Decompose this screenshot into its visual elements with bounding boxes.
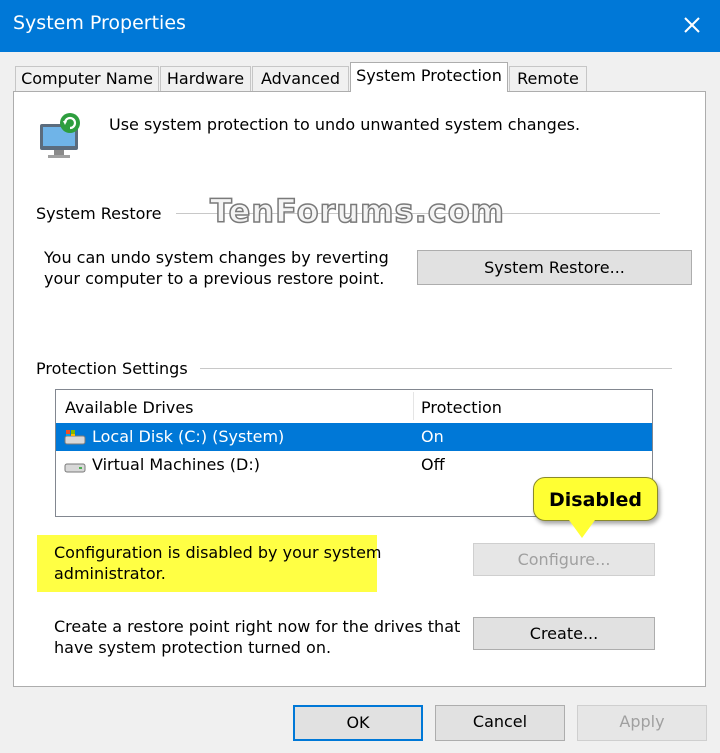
system-protection-panel: Use system protection to undo unwanted s… bbox=[13, 91, 706, 687]
drive-row-d[interactable]: Virtual Machines (D:) Off bbox=[56, 451, 652, 479]
tab-computer-name[interactable]: Computer Name bbox=[15, 66, 159, 91]
drive-name: Virtual Machines (D:) bbox=[92, 455, 260, 474]
drive-icon bbox=[64, 463, 86, 473]
system-protection-icon bbox=[40, 113, 80, 158]
callout-pointer bbox=[569, 520, 595, 538]
system-drive-icon bbox=[64, 430, 86, 445]
window-title: System Properties bbox=[13, 12, 186, 34]
tab-strip: Computer Name Hardware Advanced System P… bbox=[0, 52, 720, 92]
configure-disabled-message: Configuration is disabled by your system… bbox=[54, 543, 382, 583]
close-icon[interactable] bbox=[678, 11, 706, 39]
drive-protection: Off bbox=[421, 455, 445, 474]
column-separator bbox=[413, 392, 414, 420]
protection-settings-divider bbox=[200, 368, 672, 369]
configure-button[interactable]: Configure... bbox=[473, 543, 655, 576]
ok-button[interactable]: OK bbox=[293, 705, 423, 741]
column-available-drives[interactable]: Available Drives bbox=[65, 398, 194, 417]
drive-name: Local Disk (C:) (System) bbox=[92, 427, 285, 446]
tab-system-protection[interactable]: System Protection bbox=[350, 62, 508, 92]
cancel-button[interactable]: Cancel bbox=[435, 705, 565, 741]
protection-settings-label: Protection Settings bbox=[36, 359, 188, 378]
create-description: Create a restore point right now for the… bbox=[54, 617, 461, 657]
disabled-callout: Disabled bbox=[533, 477, 658, 521]
system-restore-description: You can undo system changes by reverting… bbox=[44, 248, 389, 288]
intro-text: Use system protection to undo unwanted s… bbox=[109, 115, 581, 134]
drive-protection: On bbox=[421, 427, 444, 446]
system-restore-label: System Restore bbox=[36, 204, 162, 223]
tab-hardware[interactable]: Hardware bbox=[160, 66, 251, 91]
tab-advanced[interactable]: Advanced bbox=[252, 66, 349, 91]
system-restore-button[interactable]: System Restore... bbox=[417, 250, 692, 285]
column-protection[interactable]: Protection bbox=[421, 398, 502, 417]
watermark: TenForums.com bbox=[209, 191, 506, 231]
create-button[interactable]: Create... bbox=[473, 617, 655, 650]
drives-list-header: Available Drives Protection bbox=[56, 390, 652, 422]
tab-remote[interactable]: Remote bbox=[509, 66, 587, 91]
title-bar: System Properties bbox=[0, 0, 720, 52]
apply-button[interactable]: Apply bbox=[577, 705, 707, 741]
drive-row-c[interactable]: Local Disk (C:) (System) On bbox=[56, 423, 652, 451]
